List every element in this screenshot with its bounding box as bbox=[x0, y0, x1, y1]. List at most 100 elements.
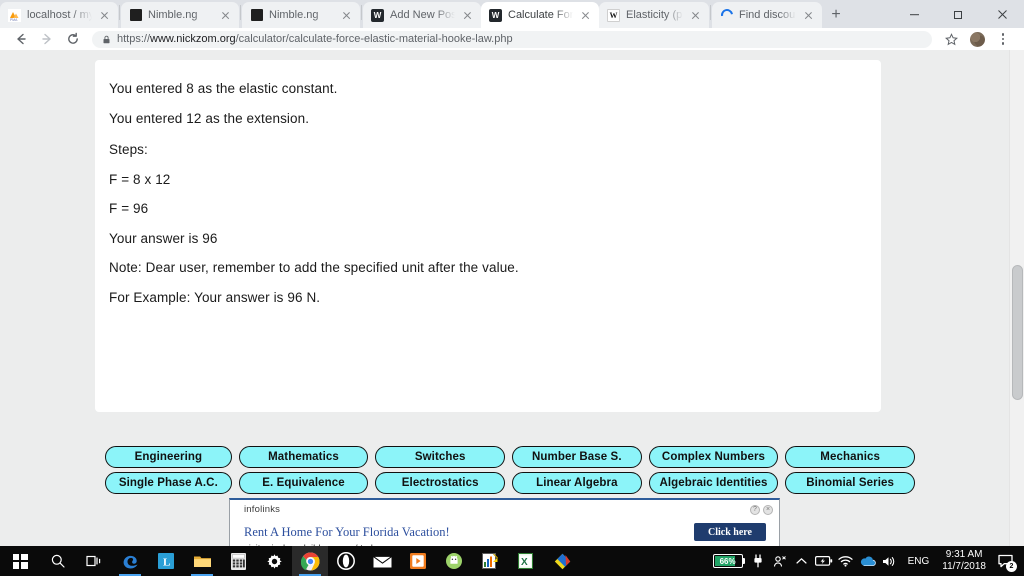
browser-tab-1[interactable]: Nimble.ng bbox=[121, 2, 239, 28]
browser-tab-6[interactable]: Find discounted ho bbox=[712, 2, 822, 28]
result-line-1: You entered 12 as the extension. bbox=[109, 110, 310, 126]
result-line-7: Note: Dear user, remember to add the spe… bbox=[109, 260, 519, 275]
maximize-icon[interactable] bbox=[936, 0, 980, 28]
star-icon[interactable] bbox=[938, 28, 964, 50]
settings-icon[interactable] bbox=[256, 546, 292, 576]
search-icon[interactable] bbox=[40, 546, 76, 576]
battery-tip bbox=[742, 558, 745, 564]
clock-date: 11/7/2018 bbox=[942, 561, 986, 572]
result-line-6: Your answer is 96 bbox=[109, 230, 218, 246]
android-studio-icon[interactable] bbox=[436, 546, 472, 576]
excel-icon[interactable]: X bbox=[508, 546, 544, 576]
tab-close-icon[interactable] bbox=[340, 8, 354, 22]
category-button-switches[interactable]: Switches bbox=[375, 446, 505, 468]
category-button-mechanics[interactable]: Mechanics bbox=[785, 446, 915, 468]
category-button-single-phase-ac[interactable]: Single Phase A.C. bbox=[105, 472, 232, 494]
file-explorer-icon[interactable] bbox=[184, 546, 220, 576]
lightshot-icon[interactable]: L bbox=[148, 546, 184, 576]
photoshop-icon[interactable] bbox=[544, 546, 580, 576]
ad-body: Rent A Home For Your Florida Vacation! v… bbox=[230, 515, 779, 546]
loading-spinner-icon bbox=[718, 6, 735, 24]
taskbar-clock[interactable]: 9:31 AM 11/7/2018 bbox=[936, 549, 992, 573]
category-button-grid: Engineering Mathematics Switches Number … bbox=[105, 446, 915, 498]
tab-strip: PMA localhost / mysql v Nimble.ng Nimble… bbox=[0, 0, 1024, 28]
category-button-binomial-series[interactable]: Binomial Series bbox=[785, 472, 915, 494]
power-plug-icon[interactable] bbox=[747, 546, 769, 576]
result-line-8: For Example: Your answer is 96 N. bbox=[109, 289, 321, 305]
url-path: /calculator/calculate-force-elastic-mate… bbox=[235, 33, 513, 45]
profile-avatar[interactable] bbox=[964, 28, 990, 50]
edge-icon[interactable] bbox=[112, 546, 148, 576]
show-hidden-icons-chevron[interactable] bbox=[791, 546, 813, 576]
tab-separator bbox=[361, 4, 362, 20]
reload-icon[interactable] bbox=[60, 28, 86, 50]
category-button-mathematics[interactable]: Mathematics bbox=[238, 446, 369, 468]
chrome-icon[interactable] bbox=[292, 546, 328, 576]
forward-arrow-icon[interactable] bbox=[34, 28, 60, 50]
category-button-number-base-s[interactable]: Number Base S. bbox=[512, 446, 642, 468]
result-card: You entered 8 as the elastic constant. Y… bbox=[95, 60, 881, 412]
people-icon[interactable] bbox=[769, 546, 791, 576]
window-controls bbox=[892, 0, 1024, 28]
kebab-menu-icon[interactable] bbox=[990, 28, 1016, 50]
minimize-icon[interactable] bbox=[892, 0, 936, 28]
new-tab-button[interactable]: + bbox=[822, 2, 850, 28]
browser-tab-2[interactable]: Nimble.ng bbox=[242, 2, 360, 28]
tab-close-icon[interactable] bbox=[802, 8, 816, 22]
browser-tab-5[interactable]: W Elasticity (physics) bbox=[599, 2, 709, 28]
wifi-icon[interactable] bbox=[835, 546, 857, 576]
category-button-linear-algebra[interactable]: Linear Algebra bbox=[512, 472, 642, 494]
tab-separator bbox=[240, 4, 241, 20]
action-center-icon[interactable]: 2 bbox=[992, 546, 1020, 576]
tab-close-icon[interactable] bbox=[98, 8, 112, 22]
category-button-electrostatics[interactable]: Electrostatics bbox=[375, 472, 505, 494]
browser-tab-0[interactable]: PMA localhost / mysql v bbox=[0, 2, 118, 28]
category-button-e-equivalence[interactable]: E. Equivalence bbox=[238, 472, 369, 494]
battery-body: 66% bbox=[712, 554, 743, 568]
ad-controls: ? × bbox=[750, 504, 773, 515]
tab-close-icon[interactable] bbox=[579, 8, 593, 22]
movies-tv-icon[interactable] bbox=[400, 546, 436, 576]
battery-percent-label: 66% bbox=[719, 556, 736, 566]
tab-close-icon[interactable] bbox=[461, 8, 475, 22]
category-button-complex-numbers[interactable]: Complex Numbers bbox=[648, 446, 779, 468]
category-button-algebraic-identities[interactable]: Algebraic Identities bbox=[648, 472, 779, 494]
phpmyadmin-icon: PMA bbox=[8, 8, 21, 22]
url-host: www.nickzom.org bbox=[150, 33, 236, 45]
address-bar[interactable]: https://www.nickzom.org/calculator/calcu… bbox=[92, 30, 932, 48]
tab-title: Calculate Force | E bbox=[508, 9, 573, 21]
tab-close-icon[interactable] bbox=[219, 8, 233, 22]
browser-toolbar: https://www.nickzom.org/calculator/calcu… bbox=[0, 28, 1024, 50]
result-line-steps: Steps: bbox=[109, 142, 148, 157]
screen: PMA localhost / mysql v Nimble.ng Nimble… bbox=[0, 0, 1024, 576]
result-line-0: You entered 8 as the elastic constant. bbox=[109, 81, 338, 96]
tab-title: Nimble.ng bbox=[148, 9, 198, 21]
ad-click-here-button[interactable]: Click here bbox=[694, 523, 766, 541]
chrome-browser-window: PMA localhost / mysql v Nimble.ng Nimble… bbox=[0, 0, 1024, 546]
close-icon[interactable] bbox=[980, 0, 1024, 28]
category-button-engineering[interactable]: Engineering bbox=[105, 446, 232, 468]
battery-tray-icon[interactable] bbox=[813, 546, 835, 576]
windows-start-icon[interactable] bbox=[0, 546, 40, 576]
address-bar-url: https://www.nickzom.org/calculator/calcu… bbox=[117, 33, 513, 45]
volume-icon[interactable] bbox=[879, 546, 901, 576]
excel-chart-icon[interactable] bbox=[472, 546, 508, 576]
wikipedia-icon: W bbox=[607, 8, 620, 22]
browser-tab-3[interactable]: W Add New Post ‹ Ni bbox=[363, 2, 481, 28]
ad-help-icon[interactable]: ? bbox=[750, 504, 760, 515]
language-indicator[interactable]: ENG bbox=[901, 556, 937, 567]
calculator-icon[interactable] bbox=[220, 546, 256, 576]
taskbar-left: L X bbox=[0, 546, 580, 576]
tab-close-icon[interactable] bbox=[689, 8, 703, 22]
onedrive-icon[interactable] bbox=[857, 546, 879, 576]
task-view-icon[interactable] bbox=[76, 546, 112, 576]
page-scrollbar[interactable] bbox=[1009, 50, 1024, 546]
scrollbar-thumb[interactable] bbox=[1012, 265, 1023, 400]
opera-icon[interactable] bbox=[328, 546, 364, 576]
battery-percent-indicator[interactable]: 66% bbox=[712, 554, 745, 568]
mail-icon[interactable] bbox=[364, 546, 400, 576]
ad-close-icon[interactable]: × bbox=[763, 504, 773, 515]
back-arrow-icon[interactable] bbox=[8, 28, 34, 50]
browser-tab-4-active[interactable]: W Calculate Force | E bbox=[481, 2, 599, 28]
ad-headline-link[interactable]: Rent A Home For Your Florida Vacation! bbox=[244, 525, 765, 540]
